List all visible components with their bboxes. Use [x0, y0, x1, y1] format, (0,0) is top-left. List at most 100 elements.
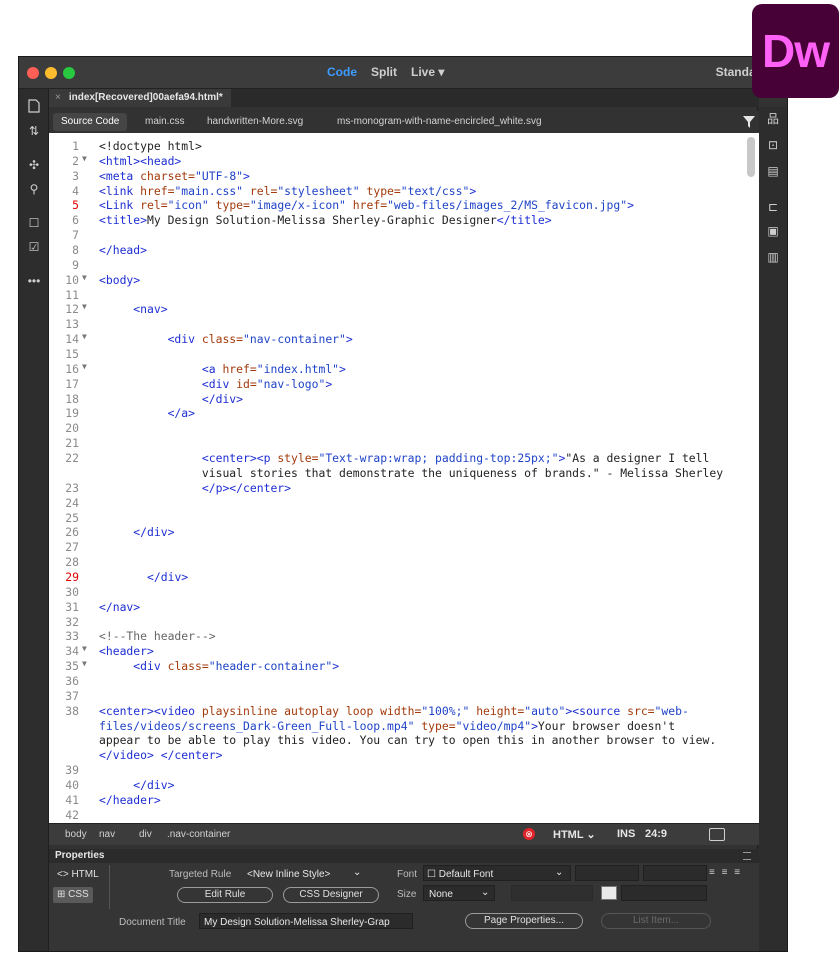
code-line[interactable]: 26 </div> — [49, 525, 749, 539]
code-line[interactable]: 22 <center><p style="Text-wrap:wrap; pad… — [49, 451, 749, 465]
code-line[interactable]: 12 ▼ <nav> — [49, 302, 749, 316]
font-chevron-icon[interactable]: ⌄ — [555, 867, 563, 878]
code-line[interactable]: 34 ▼ <header> — [49, 644, 749, 658]
code-line[interactable]: 7 — [49, 228, 749, 242]
edit-rule-button[interactable]: Edit Rule — [177, 887, 273, 903]
code-line[interactable]: 21 — [49, 436, 749, 450]
code-line[interactable]: visual stories that demonstrate the uniq… — [49, 466, 749, 480]
more-tools-icon[interactable]: ••• — [25, 273, 43, 289]
fold-toggle-icon[interactable]: ▼ — [82, 644, 87, 653]
code-line[interactable]: 36 — [49, 674, 749, 688]
filter-icon[interactable] — [743, 116, 755, 128]
html-mode-button[interactable]: <> HTML — [53, 867, 103, 883]
split-view-button[interactable]: Split — [371, 65, 397, 79]
code-line[interactable]: 5 <Link rel="icon" type="image/x-icon" hr… — [49, 198, 749, 212]
format-source-icon[interactable]: ⚲ — [25, 181, 43, 197]
code-line[interactable]: 11 — [49, 288, 749, 302]
tag-selector-nav-container[interactable]: .nav-container — [167, 829, 230, 840]
related-file-handwritten-more[interactable]: handwritten-More.svg — [199, 113, 311, 131]
text-color-field[interactable] — [621, 885, 707, 901]
css-mode-button[interactable]: ⊞ CSS — [53, 887, 93, 903]
panel-menu-icon[interactable] — [743, 852, 751, 860]
apply-comment-icon[interactable]: ☐ — [25, 215, 43, 231]
code-line[interactable]: 27 — [49, 540, 749, 554]
error-icon[interactable]: ⊗ — [523, 828, 535, 840]
code-line[interactable]: 41 </header> — [49, 793, 749, 807]
code-line[interactable]: 9 — [49, 258, 749, 272]
size-chevron-icon[interactable]: ⌄ — [481, 887, 489, 898]
code-line[interactable]: 4 <link href="main.css" rel="stylesheet" … — [49, 184, 749, 198]
related-file-source-code[interactable]: Source Code — [53, 113, 128, 131]
code-line[interactable]: 24 — [49, 496, 749, 510]
code-line[interactable]: 8 </head> — [49, 243, 749, 257]
close-tab-icon[interactable]: × — [55, 89, 61, 107]
code-line[interactable]: 17 <div id="nav-logo"> — [49, 377, 749, 391]
css-designer-panel-icon[interactable]: ▥ — [764, 249, 782, 265]
code-line[interactable]: 13 — [49, 317, 749, 331]
targeted-rule-select[interactable]: <New Inline Style> — [247, 869, 330, 880]
code-line[interactable]: 33 <!--The header--> — [49, 629, 749, 643]
real-time-preview-icon[interactable] — [709, 828, 725, 841]
code-line[interactable]: appear to be able to play this video. Yo… — [49, 733, 749, 747]
tag-selector-nav[interactable]: nav — [99, 829, 115, 840]
minimize-window-button[interactable] — [45, 67, 57, 79]
code-line[interactable]: 40 </div> — [49, 778, 749, 792]
dom-panel-icon[interactable]: 品 — [764, 111, 782, 127]
code-line[interactable]: 2 ▼ <html><head> — [49, 154, 749, 168]
text-color-swatch[interactable] — [601, 886, 617, 900]
related-file-monogram[interactable]: ms-monogram-with-name-encircled_white.sv… — [329, 113, 550, 131]
related-file-main-css[interactable]: main.css — [137, 113, 192, 131]
code-line[interactable]: 25 — [49, 511, 749, 525]
code-editor[interactable]: 1 <!doctype html> 2 ▼ <html><head> 3 <meta cha… — [49, 133, 759, 823]
remove-comment-icon[interactable]: ☑ — [25, 239, 43, 255]
code-line[interactable]: 20 — [49, 421, 749, 435]
snippets-panel-icon[interactable]: ⊏ — [764, 199, 782, 215]
code-line[interactable]: </video> </center> — [49, 748, 749, 762]
code-line[interactable]: 19 </a> — [49, 406, 749, 420]
code-line[interactable]: 32 — [49, 615, 749, 629]
code-line[interactable]: 23 </p></center> — [49, 481, 749, 495]
document-tab[interactable]: × index[Recovered]00aefa94.html* — [49, 89, 231, 107]
expand-all-icon[interactable]: ✣ — [25, 157, 43, 173]
document-type-select[interactable]: HTML ⌄ — [553, 828, 596, 841]
text-align-icons[interactable]: ≡ ≡ ≡ — [709, 867, 742, 878]
code-line[interactable]: 31 </nav> — [49, 600, 749, 614]
tag-selector-div[interactable]: div — [139, 829, 152, 840]
insert-panel-icon[interactable]: ⊡ — [764, 137, 782, 153]
font-weight-select[interactable] — [643, 865, 707, 881]
code-line[interactable]: 35 ▼ <div class="header-container"> — [49, 659, 749, 673]
code-line[interactable]: 16 ▼ <a href="index.html"> — [49, 362, 749, 376]
code-line[interactable]: 18 </div> — [49, 392, 749, 406]
css-designer-button[interactable]: CSS Designer — [283, 887, 379, 903]
close-window-button[interactable] — [27, 67, 39, 79]
font-style-select[interactable] — [575, 865, 639, 881]
open-documents-icon[interactable] — [25, 99, 43, 115]
code-line[interactable]: 37 — [49, 689, 749, 703]
fold-toggle-icon[interactable]: ▼ — [82, 332, 87, 341]
code-line[interactable]: 3 <meta charset="UTF-8"> — [49, 169, 749, 183]
code-line[interactable]: 42 — [49, 808, 749, 822]
code-line[interactable]: 38 <center><video playsinline autoplay lo… — [49, 704, 749, 718]
fold-toggle-icon[interactable]: ▼ — [82, 362, 87, 371]
code-line[interactable]: 1 <!doctype html> — [49, 139, 749, 153]
targeted-rule-chevron-icon[interactable]: ⌄ — [353, 867, 361, 878]
code-line[interactable]: 10 ▼ <body> — [49, 273, 749, 287]
fold-toggle-icon[interactable]: ▼ — [82, 302, 87, 311]
live-view-button[interactable]: Live ▾ — [411, 65, 444, 79]
code-view-button[interactable]: Code — [327, 65, 357, 79]
code-line[interactable]: 29 </div> — [49, 570, 749, 584]
fold-toggle-icon[interactable]: ▼ — [82, 659, 87, 668]
fold-toggle-icon[interactable]: ▼ — [82, 154, 87, 163]
page-properties-button[interactable]: Page Properties... — [465, 913, 583, 929]
code-line[interactable]: 14 ▼ <div class="nav-container"> — [49, 332, 749, 346]
code-line[interactable]: 6 <title>My Design Solution-Melissa Sherl… — [49, 213, 749, 227]
code-line[interactable]: 28 — [49, 555, 749, 569]
code-line[interactable]: 15 — [49, 347, 749, 361]
tag-selector-body[interactable]: body — [65, 829, 87, 840]
fold-toggle-icon[interactable]: ▼ — [82, 273, 87, 282]
code-line[interactable]: 39 — [49, 763, 749, 777]
files-panel-icon[interactable]: ▤ — [764, 163, 782, 179]
file-management-icon[interactable]: ⇅ — [25, 123, 43, 139]
code-line[interactable]: files/videos/screens_Dark-Green_Full-loo… — [49, 719, 749, 733]
assets-panel-icon[interactable]: ▣ — [764, 223, 782, 239]
